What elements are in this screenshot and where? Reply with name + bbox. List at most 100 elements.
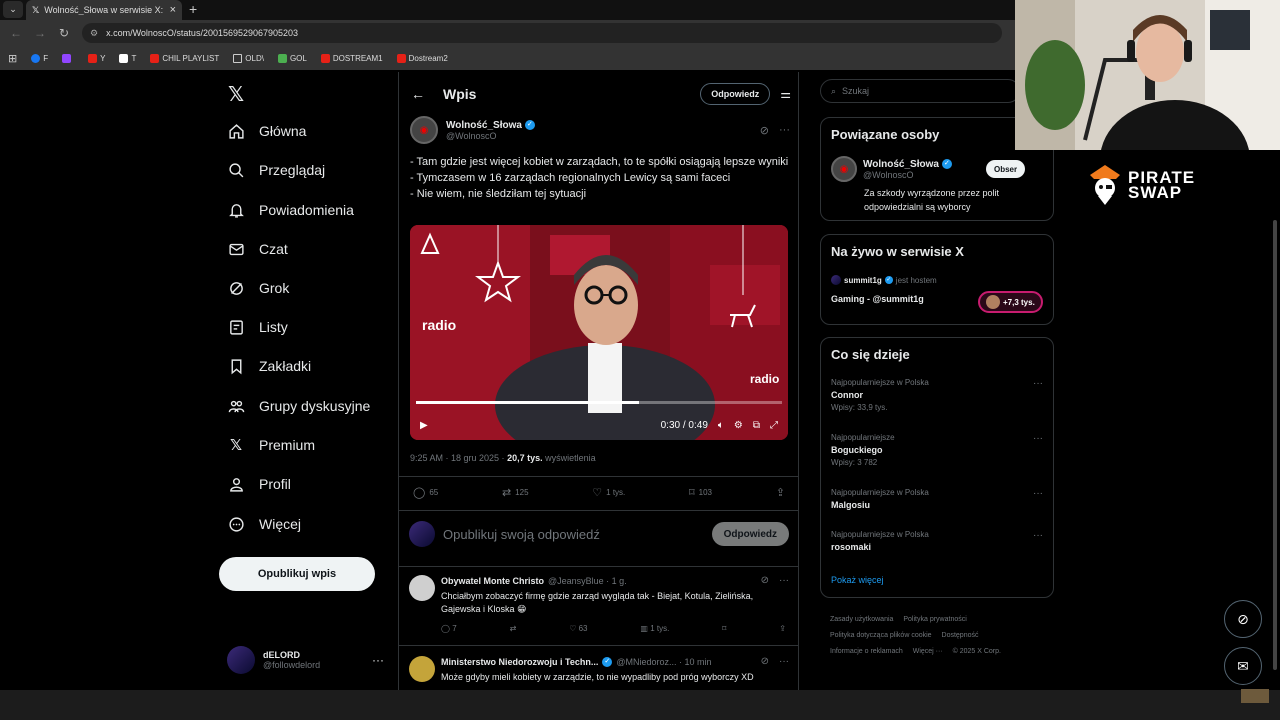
like-action[interactable]: ♡ 63 <box>569 624 587 633</box>
nav-item-bookmarks[interactable]: Zakładki <box>227 357 311 375</box>
tab-search-button[interactable]: ⌄ <box>3 1 23 18</box>
repost-action[interactable]: ⇄ <box>510 624 517 633</box>
trend-item[interactable]: Najpopularniejsze Boguckiego Wpisy: 3 78… <box>831 433 1043 467</box>
footer-link[interactable]: Polityka prywatności <box>903 616 966 623</box>
more-dots-icon[interactable]: ··· <box>779 124 790 137</box>
nav-item-more[interactable]: Więcej <box>227 515 301 533</box>
more-dots-icon[interactable]: ··· <box>1033 378 1043 389</box>
video-progress-bar[interactable] <box>416 401 782 404</box>
fullscreen-icon[interactable]: ⤢ <box>770 420 778 431</box>
footer-link[interactable]: Zasady użytkowania <box>830 616 893 623</box>
filter-sliders-icon[interactable]: ⚌ <box>780 87 791 101</box>
volume-icon[interactable]: 🔈︎ <box>718 420 724 431</box>
bookmark-action[interactable]: ⌑ 103 <box>689 486 712 499</box>
bookmark-icon[interactable]: ⌑ <box>722 624 726 633</box>
scrollbar[interactable] <box>1273 220 1277 670</box>
address-bar[interactable]: ⚙ x.com/WolnoscO/status/2001569529067905… <box>82 23 1002 43</box>
reply-submit-button[interactable]: Odpowiedz <box>711 522 789 546</box>
nav-item-home[interactable]: Główna <box>227 122 306 140</box>
reply-author-name[interactable]: Obywatel Monte Christo <box>441 576 544 586</box>
taskbar-thumbnail[interactable] <box>1241 689 1269 703</box>
nav-item-lists[interactable]: Listy <box>227 318 288 336</box>
grok-icon[interactable]: ⊘ <box>760 124 769 137</box>
reply-post[interactable]: Ministerstwo Niedorozwoju i Techn... ✓ @… <box>409 656 789 684</box>
post-button[interactable]: Opublikuj wpis <box>219 557 375 591</box>
nav-item-communities[interactable]: Grupy dyskusyjne <box>227 397 370 415</box>
live-card[interactable]: Na żywo w serwisie X summit1g ✓ jest hos… <box>820 234 1054 325</box>
author-name-row[interactable]: Wolność_Słowa ✓ <box>446 120 535 131</box>
related-person[interactable]: ◉ Wolność_Słowa ✓ @WolnoscO Obser Za szk… <box>831 156 1051 214</box>
messages-fab-icon[interactable]: ✉ <box>1224 647 1262 685</box>
trend-item[interactable]: Najpopularniejsze w Polska Connor Wpisy:… <box>831 378 1043 412</box>
close-tab-icon[interactable]: × <box>170 4 176 16</box>
more-dots-icon[interactable]: ··· <box>779 656 789 667</box>
reply-author-name[interactable]: Ministerstwo Niedorozwoju i Techn... <box>441 657 598 667</box>
grok-icon[interactable]: ⊘ <box>761 575 769 586</box>
reply-input[interactable]: Opublikuj swoją odpowiedź <box>443 527 600 542</box>
reply-post[interactable]: Obywatel Monte Christo @JeansyBlue · 1 g… <box>409 575 789 633</box>
pip-icon[interactable]: ⧉ <box>753 420 760 431</box>
grok-icon[interactable]: ⊘ <box>761 656 769 667</box>
trend-item[interactable]: Najpopularniejsze w Polska Malgosiu ··· <box>831 488 1043 510</box>
verified-badge-icon: ✓ <box>602 656 613 667</box>
reply-action[interactable]: ◯ 65 <box>413 486 438 499</box>
more-dots-icon[interactable]: ··· <box>372 653 384 667</box>
follow-button[interactable]: Obser <box>986 160 1026 178</box>
back-arrow-icon[interactable]: ← <box>4 26 28 40</box>
nav-item-profile[interactable]: Profil <box>227 475 291 493</box>
more-dots-icon[interactable]: ··· <box>1033 488 1043 499</box>
x-logo-icon[interactable]: 𝕏 <box>228 82 244 107</box>
video-controls: ▶ 0:30 / 0:49 🔈︎ ⚙ ⧉ ⤢ <box>410 410 788 440</box>
reply-header-button[interactable]: Odpowiedz <box>700 83 771 105</box>
bookmark-dostream1[interactable]: DOSTREAM1 <box>320 53 383 63</box>
nav-item-premium[interactable]: 𝕏 Premium <box>227 436 315 454</box>
video-player[interactable]: radio radio ▶ 0:30 / 0:49 🔈︎ ⚙ ⧉ ⤢ <box>410 225 788 440</box>
grok-fab-icon[interactable]: ⊘ <box>1224 600 1262 638</box>
nav-item-explore[interactable]: Przeglądaj <box>227 161 325 179</box>
nav-item-notifications[interactable]: Powiadomienia <box>227 201 354 219</box>
bookmark-chil-playlist[interactable]: CHIL PLAYLIST <box>150 53 219 63</box>
share-action[interactable]: ⇪ <box>776 486 785 499</box>
author-avatar[interactable]: ◉ <box>410 116 438 144</box>
bookmark-dostream2[interactable]: Dostream2 <box>396 53 448 63</box>
footer-link[interactable]: Dostępność <box>942 632 979 639</box>
trend-item[interactable]: Najpopularniejsze w Polska rosomaki ··· <box>831 530 1043 552</box>
like-action[interactable]: ♡ 1 tys. <box>592 486 625 499</box>
search-input[interactable]: ⌕ Szukaj <box>820 79 1020 103</box>
twitch-icon <box>62 53 72 63</box>
bookmark-f[interactable]: F <box>31 53 48 63</box>
forward-arrow-icon[interactable]: → <box>28 26 52 40</box>
back-arrow-icon[interactable]: ← <box>411 86 425 102</box>
repost-action[interactable]: ⇄ 125 <box>502 486 529 499</box>
nav-item-chat[interactable]: Czat <box>227 240 288 258</box>
more-dots-icon[interactable]: ··· <box>1033 433 1043 444</box>
listeners-badge[interactable]: +7,3 tys. <box>978 291 1043 313</box>
footer-link[interactable]: Informacje o reklamach <box>830 648 903 655</box>
avatar[interactable] <box>409 575 435 601</box>
gear-icon[interactable]: ⚙ <box>734 420 743 431</box>
avatar[interactable] <box>409 656 435 682</box>
reload-icon[interactable]: ↻ <box>52 26 76 40</box>
footer-link[interactable]: Więcej ··· <box>913 648 943 655</box>
views-action[interactable]: ▥ 1 tys. <box>640 624 669 633</box>
more-dots-icon[interactable]: ··· <box>1033 530 1043 541</box>
reply-action[interactable]: ◯ 7 <box>441 624 457 633</box>
account-switcher[interactable]: dELORD @followdelord <box>227 646 387 674</box>
avatar[interactable]: ◉ <box>831 156 857 182</box>
bookmark-twitch[interactable] <box>62 53 74 63</box>
bookmark-y[interactable]: Y <box>88 53 105 63</box>
bookmark-t[interactable]: T <box>119 53 136 63</box>
site-info-icon[interactable]: ⚙ <box>90 28 98 39</box>
bookmark-gol[interactable]: GOL <box>277 53 307 63</box>
nav-item-grok[interactable]: Grok <box>227 279 289 297</box>
apps-grid-icon[interactable]: ⊞ <box>8 52 17 65</box>
browser-tab[interactable]: 𝕏 Wolność_Słowa w serwisie X: × <box>26 0 182 20</box>
post-timestamp[interactable]: 9:25 AM · 18 gru 2025 · <box>410 453 507 463</box>
more-dots-icon[interactable]: ··· <box>779 575 789 586</box>
footer-link[interactable]: Polityka dotycząca plików cookie <box>830 632 932 639</box>
share-icon[interactable]: ⇪ <box>779 624 786 633</box>
play-icon[interactable]: ▶ <box>420 420 428 431</box>
show-more-link[interactable]: Pokaż więcej <box>831 575 884 585</box>
new-tab-button[interactable]: + <box>189 1 197 17</box>
bookmark-folder-old[interactable]: OLD\ <box>233 53 264 63</box>
